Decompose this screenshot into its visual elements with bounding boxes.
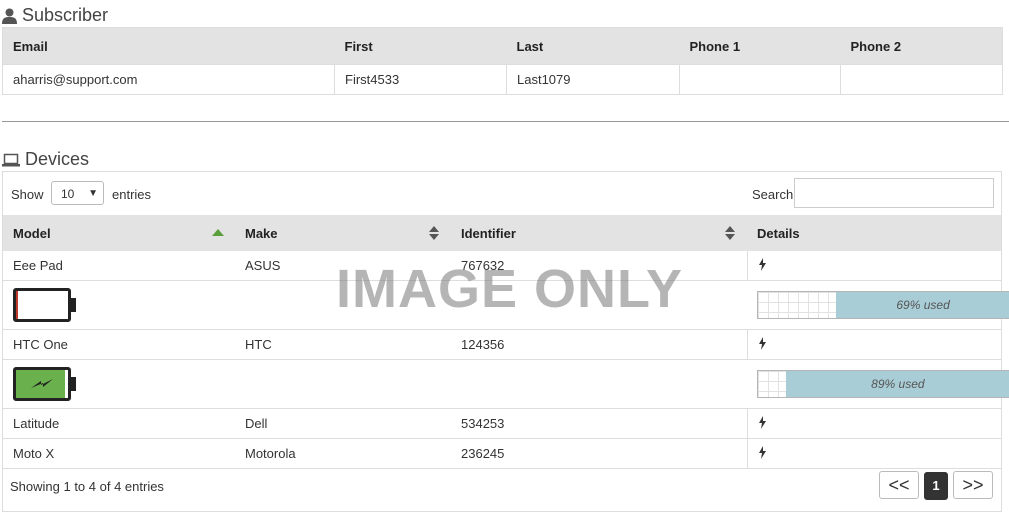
- subscriber-first: First4533: [334, 64, 507, 95]
- subscriber-last: Last1079: [506, 64, 680, 95]
- table-row[interactable]: Latitude Dell 534253: [3, 408, 1001, 439]
- device-details[interactable]: [746, 438, 1001, 469]
- devices-section-title: Devices: [2, 149, 89, 170]
- subscriber-phone2: [840, 64, 1003, 95]
- subscriber-title: Subscriber: [22, 5, 109, 25]
- sort-both-icon: [723, 225, 737, 244]
- device-model: Moto X: [3, 438, 235, 469]
- device-identifier: 236245: [451, 438, 747, 469]
- subscriber-col-email: Email: [2, 27, 335, 65]
- pagination-prev-button[interactable]: <<: [879, 471, 919, 499]
- device-make: HTC: [235, 329, 451, 360]
- usage-bar: 69% used: [757, 291, 1009, 319]
- subscriber-email: aharris@support.com: [2, 64, 335, 95]
- device-detail-row: 89% used: [3, 359, 1009, 409]
- usage-text: 69% used: [896, 298, 950, 312]
- device-detail-row: 69% used: [3, 280, 1009, 330]
- subscriber-header-row: Email First Last Phone 1 Phone 2: [2, 27, 1003, 65]
- table-row: aharris@support.com First4533 Last1079: [2, 64, 1003, 95]
- usage-text: 89% used: [871, 377, 925, 391]
- device-identifier: 124356: [451, 329, 747, 360]
- device-identifier: 767632: [451, 251, 747, 281]
- laptop-icon: [2, 153, 20, 167]
- battery-cell: [3, 280, 747, 330]
- col-header-identifier-label: Identifier: [461, 225, 516, 241]
- pagination-next-button[interactable]: >>: [953, 471, 993, 499]
- device-identifier: 534253: [451, 408, 747, 439]
- table-row[interactable]: HTC One HTC 124356: [3, 329, 1001, 360]
- subscriber-section-title: Subscriber: [2, 5, 108, 26]
- col-header-details: Details: [747, 215, 1001, 251]
- lightning-icon[interactable]: [758, 257, 767, 274]
- entries-label: entries: [112, 187, 152, 202]
- search-input[interactable]: [794, 178, 994, 208]
- lightning-icon[interactable]: [758, 336, 767, 353]
- battery-charging-icon: [13, 367, 76, 401]
- battery-icon: [13, 288, 76, 322]
- usage-bar: 89% used: [757, 370, 1009, 398]
- device-model: Eee Pad: [3, 251, 235, 281]
- subscriber-col-first: First: [334, 27, 507, 65]
- lightning-icon[interactable]: [758, 415, 767, 432]
- user-icon: [2, 8, 17, 24]
- sort-both-icon: [427, 225, 441, 244]
- col-header-details-label: Details: [757, 225, 800, 241]
- device-details[interactable]: [746, 329, 1001, 360]
- devices-header-row: Model Make Identifier Details: [3, 215, 1001, 251]
- device-details[interactable]: [746, 251, 1001, 281]
- col-header-identifier[interactable]: Identifier: [451, 215, 747, 251]
- entries-length-value: 10: [61, 187, 75, 201]
- subscriber-phone1: [679, 64, 841, 95]
- caret-down-icon: ▼: [88, 188, 98, 199]
- device-make: ASUS: [235, 251, 451, 281]
- devices-panel: Show 10 ▼ entries Search: Model Make Ide…: [2, 171, 1009, 512]
- section-divider: [2, 121, 1009, 122]
- table-row[interactable]: Eee Pad ASUS 767632: [3, 251, 1001, 281]
- battery-fill: [16, 291, 18, 319]
- devices-table: Model Make Identifier Details Eee Pad AS…: [3, 215, 1009, 469]
- table-row[interactable]: Moto X Motorola 236245: [3, 438, 1001, 469]
- usage-cell: 89% used: [747, 359, 1009, 409]
- col-header-make-label: Make: [245, 225, 278, 241]
- device-model: Latitude: [3, 408, 235, 439]
- subscriber-col-last: Last: [506, 27, 680, 65]
- col-header-make[interactable]: Make: [235, 215, 451, 251]
- device-model: HTC One: [3, 329, 235, 360]
- device-make: Motorola: [235, 438, 451, 469]
- subscriber-col-phone1: Phone 1: [679, 27, 841, 65]
- entries-length-select[interactable]: 10 ▼: [51, 181, 104, 205]
- sort-asc-icon: [211, 225, 225, 242]
- devices-title: Devices: [25, 149, 90, 169]
- usage-cell: 69% used: [747, 280, 1009, 330]
- lightning-icon: [31, 379, 53, 388]
- col-header-model[interactable]: Model: [3, 215, 235, 251]
- pagination-page-1[interactable]: 1: [924, 472, 948, 500]
- device-details[interactable]: [746, 408, 1001, 439]
- show-label: Show: [11, 187, 44, 202]
- search-label: Search:: [752, 187, 797, 202]
- subscriber-col-phone2: Phone 2: [840, 27, 1003, 65]
- col-header-model-label: Model: [13, 225, 51, 241]
- device-make: Dell: [235, 408, 451, 439]
- table-info: Showing 1 to 4 of 4 entries: [10, 479, 164, 494]
- battery-cell: [3, 359, 747, 409]
- lightning-icon[interactable]: [758, 445, 767, 462]
- subscriber-table: Email First Last Phone 1 Phone 2 aharris…: [2, 27, 1003, 95]
